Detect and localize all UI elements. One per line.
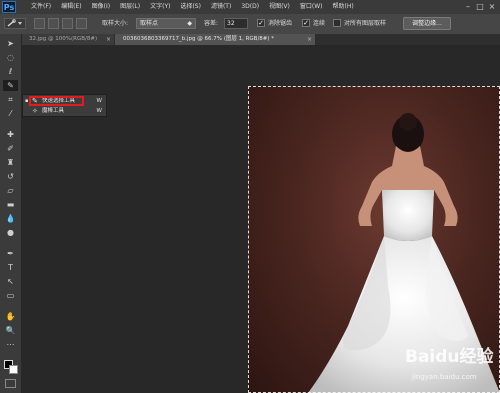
menu-edit[interactable]: 编辑(E) xyxy=(56,0,86,14)
contiguous-checkbox[interactable]: ✓ xyxy=(302,19,310,27)
antialias-checkbox[interactable]: ✓ xyxy=(257,19,265,27)
marquee-tool-icon[interactable]: ◌ xyxy=(3,52,18,63)
all-layers-checkbox[interactable] xyxy=(333,19,341,27)
pen-tool-icon[interactable]: ✒ xyxy=(3,248,18,259)
menu-filter[interactable]: 滤镜(T) xyxy=(206,0,236,14)
clone-stamp-tool-icon[interactable]: ♜ xyxy=(3,157,18,168)
quick-selection-tool-icon[interactable]: ✎ xyxy=(3,80,18,91)
options-bar: 取样大小: 取样点 ◆ 容差: 32 ✓ 消除锯齿 ✓ 连续 对所有图层取样 调… xyxy=(0,14,500,35)
rectangle-tool-icon[interactable]: ▭ xyxy=(3,290,18,301)
tab-label: 32.jpg @ 100%(RGB/8#) xyxy=(29,36,98,42)
close-window-button[interactable]: × xyxy=(487,2,497,11)
dodge-tool-icon[interactable]: ● xyxy=(3,227,18,238)
tab-label: 0036036803369717_b.jpg @ 66.7% (图层 1, RG… xyxy=(123,36,275,42)
tab-document-1[interactable]: 32.jpg @ 100%(RGB/8#) × xyxy=(21,34,114,45)
history-brush-tool-icon[interactable]: ↺ xyxy=(3,171,18,182)
menu-image[interactable]: 图像(I) xyxy=(87,0,115,14)
shortcut-key: W xyxy=(96,98,102,104)
photoshop-logo: Ps xyxy=(2,1,16,13)
menu-view[interactable]: 视图(V) xyxy=(264,0,295,14)
tab-document-2[interactable]: 0036036803369717_b.jpg @ 66.7% (图层 1, RG… xyxy=(115,34,315,45)
refine-edge-button[interactable]: 调整边缘... xyxy=(403,17,451,30)
healing-brush-tool-icon[interactable]: ✚ xyxy=(3,129,18,140)
magic-wand-icon: ✧ xyxy=(32,107,38,115)
quick-mask-icon[interactable] xyxy=(5,379,16,388)
all-layers-label: 对所有图层取样 xyxy=(344,20,387,27)
tool-preset-picker[interactable] xyxy=(4,18,26,29)
brush-tool-icon[interactable]: ✐ xyxy=(3,143,18,154)
baidu-watermark: Baidu经验 xyxy=(405,347,494,367)
chevron-down-icon: ◆ xyxy=(187,20,192,27)
menu-layer[interactable]: 图层(L) xyxy=(115,0,145,14)
tolerance-label: 容差: xyxy=(204,20,219,27)
shortcut-key: W xyxy=(96,108,102,114)
quick-selection-preset-icon xyxy=(7,19,22,27)
eyedropper-tool-icon[interactable]: ⁄ xyxy=(3,108,18,119)
sample-size-label: 取样大小: xyxy=(102,20,129,27)
highlight-box xyxy=(29,96,84,106)
more-tools-icon[interactable]: ⋯ xyxy=(3,339,18,350)
menu-window[interactable]: 窗口(W) xyxy=(295,0,328,14)
menu-help[interactable]: 帮助(H) xyxy=(328,0,359,14)
close-icon[interactable]: × xyxy=(307,34,312,45)
zoom-tool-icon[interactable]: 🔍 xyxy=(3,325,18,336)
add-to-selection-icon[interactable] xyxy=(48,18,59,29)
menu-3d[interactable]: 3D(D) xyxy=(236,0,264,14)
flyout-item-quick-selection[interactable]: ▪ ✎ 快速选择工具 W xyxy=(23,96,106,106)
sample-size-value: 取样点 xyxy=(140,20,159,27)
type-tool-icon[interactable]: T xyxy=(3,262,18,273)
flyout-item-magic-wand[interactable]: ✧ 魔棒工具 W xyxy=(23,106,106,116)
sample-size-select[interactable]: 取样点 ◆ xyxy=(136,18,196,29)
menu-bar: Ps 文件(F) 编辑(E) 图像(I) 图层(L) 文字(Y) 选择(S) 滤… xyxy=(0,0,500,15)
new-selection-icon[interactable] xyxy=(34,18,45,29)
current-tool-marker: ▪ xyxy=(25,98,29,104)
menu-select[interactable]: 选择(S) xyxy=(175,0,206,14)
menu-type[interactable]: 文字(Y) xyxy=(145,0,175,14)
flyout-item-label: 魔棒工具 xyxy=(42,108,65,114)
lasso-tool-icon[interactable]: ℓ xyxy=(3,66,18,77)
gradient-tool-icon[interactable]: ▬ xyxy=(3,199,18,210)
antialias-label: 消除锯齿 xyxy=(268,20,293,27)
baidu-watermark-url: jingyan.baidu.com xyxy=(412,373,477,381)
eraser-tool-icon[interactable]: ▱ xyxy=(3,185,18,196)
close-icon[interactable]: × xyxy=(106,34,111,45)
maximize-button[interactable]: □ xyxy=(475,2,485,11)
menu-items: 文件(F) 编辑(E) 图像(I) 图层(L) 文字(Y) 选择(S) 滤镜(T… xyxy=(26,0,359,14)
intersect-selection-icon[interactable] xyxy=(76,18,87,29)
tolerance-input[interactable]: 32 xyxy=(224,18,248,29)
toolbox: ➤ ◌ ℓ ✎ ⌗ ⁄ ✚ ✐ ♜ ↺ ▱ ▬ 💧 ● ✒ T ↖ ▭ ✋ 🔍 … xyxy=(0,34,22,393)
selection-tool-flyout: ▪ ✎ 快速选择工具 W ✧ 魔棒工具 W xyxy=(22,94,107,117)
contiguous-label: 连续 xyxy=(313,20,326,27)
crop-tool-icon[interactable]: ⌗ xyxy=(3,94,18,105)
hand-tool-icon[interactable]: ✋ xyxy=(3,311,18,322)
minimize-button[interactable]: – xyxy=(463,2,473,11)
subtract-selection-icon[interactable] xyxy=(62,18,73,29)
document-tab-bar: 32.jpg @ 100%(RGB/8#) × 0036036803369717… xyxy=(21,34,500,45)
blur-tool-icon[interactable]: 💧 xyxy=(3,213,18,224)
move-tool-icon[interactable]: ➤ xyxy=(3,38,18,49)
menu-file[interactable]: 文件(F) xyxy=(26,0,56,14)
path-selection-tool-icon[interactable]: ↖ xyxy=(3,276,18,287)
background-color-swatch[interactable] xyxy=(9,365,18,374)
